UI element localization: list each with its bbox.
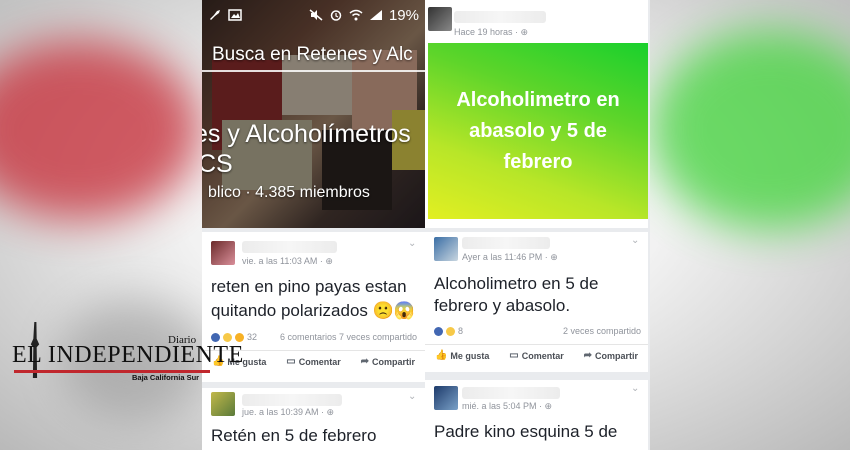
logo-subtitle: Baja California Sur <box>132 373 200 382</box>
feed-post[interactable]: mié. a las 5:04 PM · ⊕ ⌄ Padre kino esqu… <box>425 380 648 450</box>
reactions-count: 8 <box>458 326 464 336</box>
like-button[interactable]: 👍 Me gusta <box>435 350 489 361</box>
post-text-line1: Padre kino esquina 5 de <box>434 422 618 441</box>
background-green-blur <box>650 30 850 230</box>
post-text-line2: febrero y abasolo. <box>434 296 571 315</box>
share-label: Compartir <box>595 350 639 361</box>
comment-label: Comentar <box>298 356 341 367</box>
group-info: blico · 4.385 miembros <box>208 184 370 201</box>
logo-name: EL INDEPENDIENTE <box>12 342 244 368</box>
author-name-blurred[interactable] <box>242 394 342 406</box>
avatar[interactable] <box>434 386 458 410</box>
reactions-summary[interactable]: 32 <box>211 332 257 342</box>
post-text-line1: Alcoholimetro en 5 de <box>434 274 599 293</box>
feed-post[interactable]: Ayer a las 11:46 PM · ⊕ ⌄ Alcoholimetro … <box>425 232 648 372</box>
reactions-summary[interactable]: 8 <box>434 326 463 336</box>
post-text-line1: Retén en 5 de febrero <box>211 426 377 445</box>
share-label: Compartir <box>372 356 416 367</box>
chevron-down-icon[interactable]: ⌄ <box>631 235 639 246</box>
share-icon: ➦ <box>360 356 370 367</box>
rocket-icon <box>210 10 220 20</box>
chevron-down-icon[interactable]: ⌄ <box>408 391 416 402</box>
image-icon <box>228 9 242 21</box>
share-button[interactable]: ➦ Compartir <box>361 356 415 367</box>
sad-reaction-icon <box>235 332 244 342</box>
post-timestamp[interactable]: Ayer a las 11:46 PM · ⊕ <box>462 252 558 263</box>
group-title-line3[interactable]: CS <box>202 150 233 179</box>
comment-button[interactable]: ▭ Comentar <box>509 350 563 361</box>
chevron-down-icon[interactable]: ⌄ <box>631 383 639 394</box>
wifi-icon <box>349 9 363 21</box>
alarm-icon <box>330 10 342 21</box>
author-name-blurred[interactable] <box>462 387 560 399</box>
avatar[interactable] <box>211 392 235 416</box>
post-text-line2: quitando polarizados 🙁😱 <box>211 301 415 320</box>
feed-post[interactable]: Hace 19 horas · ⊕ Alcoholimetro en abaso… <box>425 0 648 228</box>
right-phone-screenshot: Hace 19 horas · ⊕ Alcoholimetro en abaso… <box>425 0 650 450</box>
signal-icon <box>369 10 382 20</box>
group-cover-photo: Busca en Retenes y Alc es y Alcoholímetr… <box>202 0 425 228</box>
like-icon: 👍 <box>434 350 448 361</box>
share-button[interactable]: ➦ Compartir <box>584 350 638 361</box>
share-icon: ➦ <box>583 350 593 361</box>
comment-icon: ▭ <box>509 350 519 361</box>
group-title-line2[interactable]: es y Alcoholímetros <box>202 120 411 149</box>
author-name-blurred[interactable] <box>242 241 337 253</box>
group-title-line1[interactable]: Busca en Retenes y Alc <box>212 44 413 66</box>
cover-divider <box>202 70 425 72</box>
banner-text: Alcoholimetro en abasolo y 5 de febrero <box>456 88 620 173</box>
reactions-count: 32 <box>247 332 258 342</box>
avatar[interactable] <box>428 7 452 31</box>
post-timestamp[interactable]: jue. a las 10:39 AM · ⊕ <box>242 407 334 418</box>
colored-text-banner: Alcoholimetro en abasolo y 5 de febrero <box>428 43 648 219</box>
author-name-blurred[interactable] <box>454 11 546 23</box>
post-timestamp[interactable]: mié. a las 5:04 PM · ⊕ <box>462 401 552 412</box>
author-name-blurred[interactable] <box>462 237 550 249</box>
wow-reaction-icon <box>223 332 232 342</box>
chevron-down-icon[interactable]: ⌄ <box>408 238 416 249</box>
like-label: Me gusta <box>450 350 490 361</box>
el-independiente-logo: Diario EL INDEPENDIENTE Baja California … <box>10 320 243 390</box>
wow-reaction-icon <box>446 326 455 336</box>
background-red-blur <box>0 40 200 220</box>
status-bar: 19% <box>202 0 425 30</box>
mute-icon <box>309 9 323 21</box>
feed-post[interactable]: jue. a las 10:39 AM · ⊕ ⌄ Retén en 5 de … <box>202 388 425 450</box>
avatar[interactable] <box>434 237 458 261</box>
comment-button[interactable]: ▭ Comentar <box>286 356 340 367</box>
avatar[interactable] <box>211 241 235 265</box>
post-timestamp[interactable]: Hace 19 horas · ⊕ <box>454 27 528 38</box>
post-timestamp[interactable]: vie. a las 11:03 AM · ⊕ <box>242 256 333 267</box>
post-actions-bar: 👍 Me gusta ▭ Comentar ➦ Compartir <box>425 344 648 366</box>
comment-label: Comentar <box>521 350 564 361</box>
post-stats[interactable]: 6 comentarios 7 veces compartido <box>280 332 417 342</box>
left-phone-screenshot: Busca en Retenes y Alc es y Alcoholímetr… <box>202 0 425 450</box>
post-text-line1: reten en pino payas estan <box>211 277 407 296</box>
post-stats[interactable]: 2 veces compartido <box>563 326 641 336</box>
battery-percent: 19% <box>388 6 419 24</box>
comment-icon: ▭ <box>286 356 296 367</box>
like-reaction-icon <box>434 326 443 336</box>
